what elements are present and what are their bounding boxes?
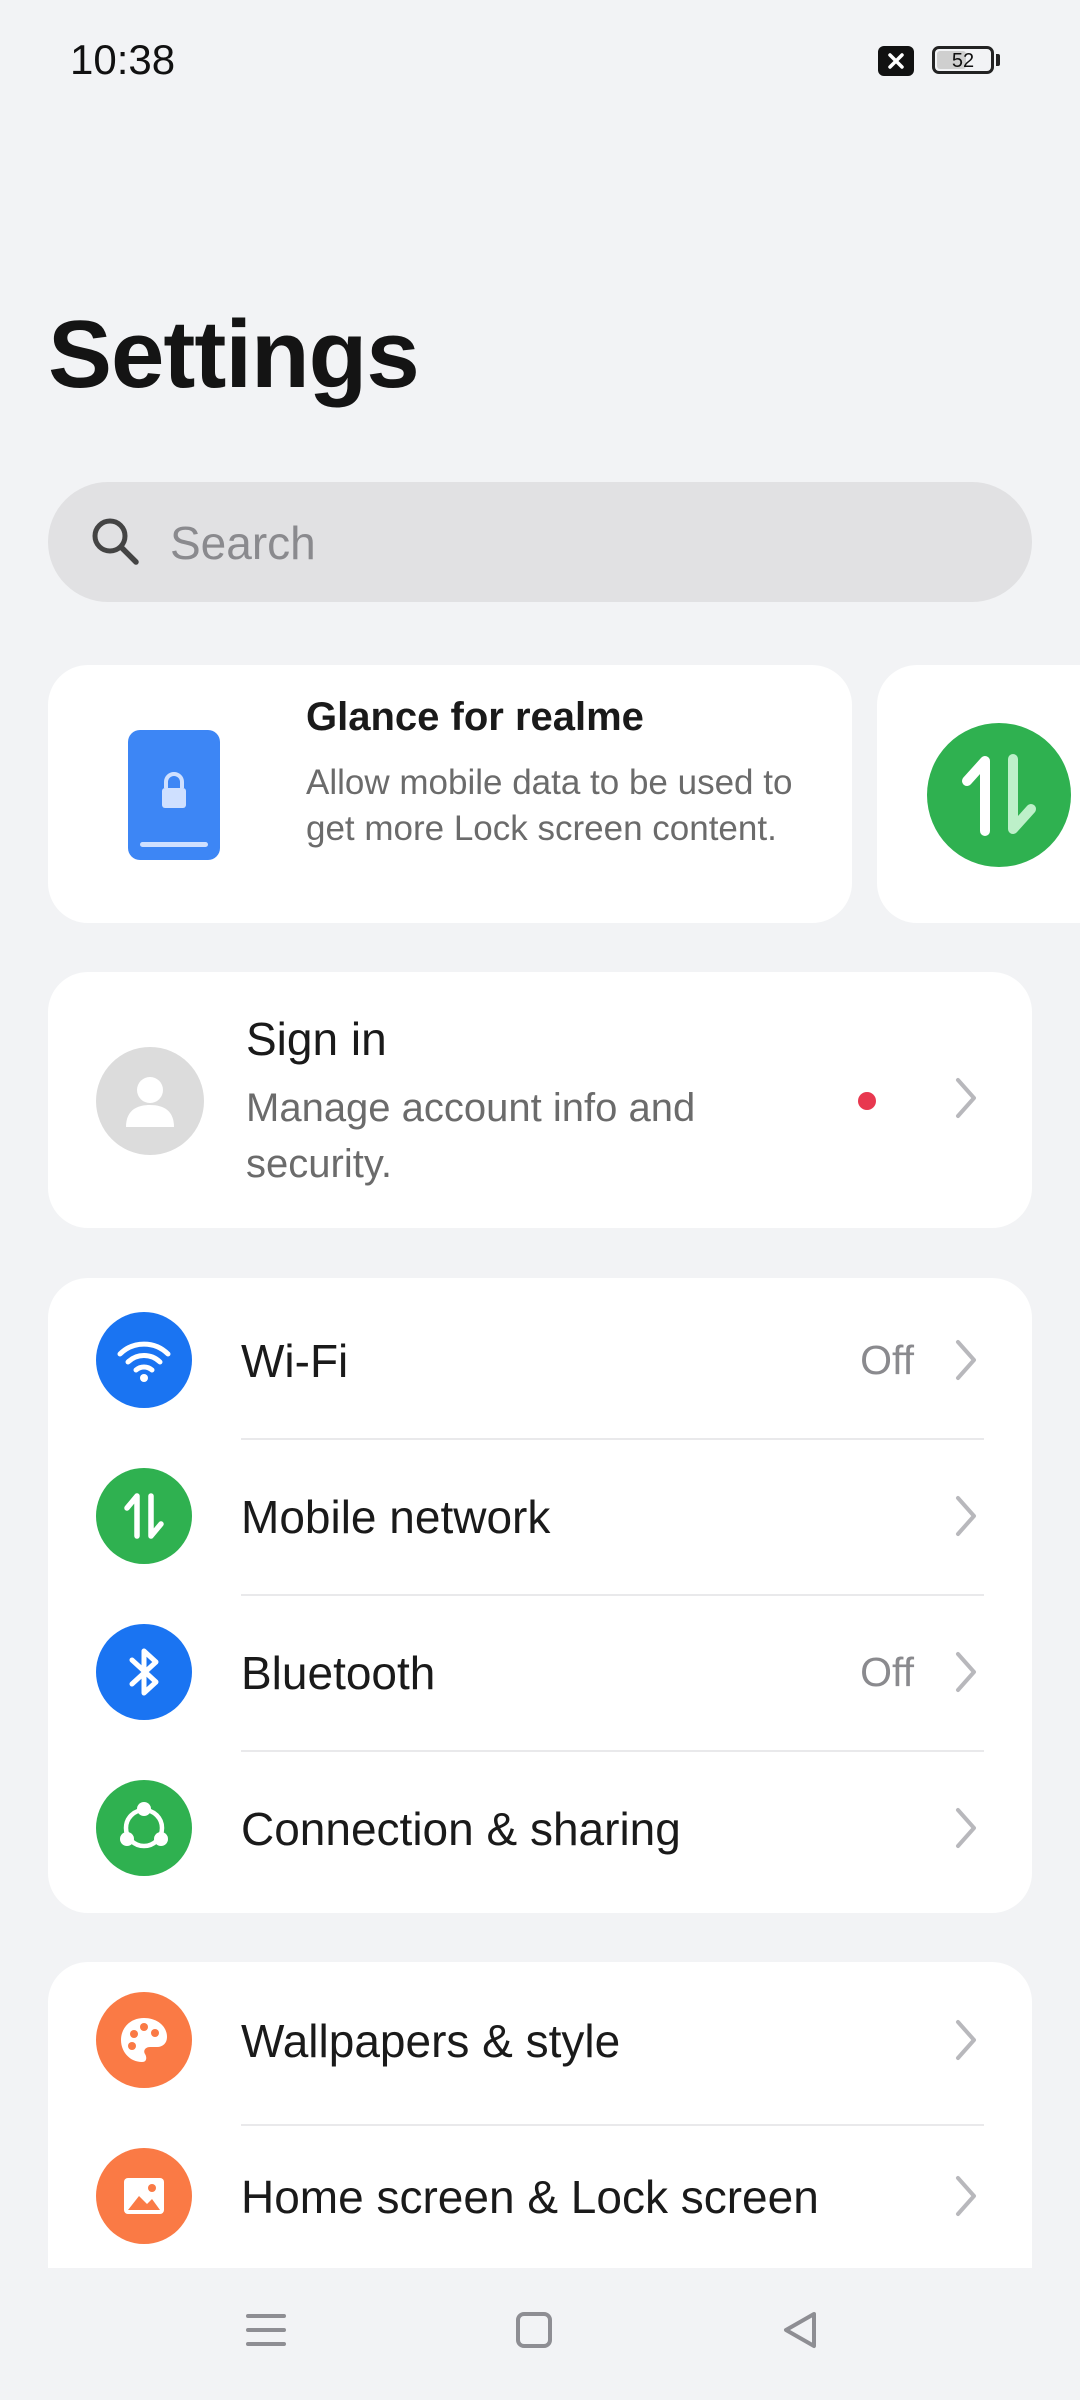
connectivity-card: Wi-Fi Off Mobile network Bluetooth Off C… bbox=[48, 1278, 1032, 1913]
glance-promo-card[interactable]: Glance for realme Allow mobile data to b… bbox=[48, 665, 852, 923]
mobile-network-label: Mobile network bbox=[241, 1491, 551, 1543]
avatar bbox=[96, 1047, 204, 1155]
mobile-network-icon bbox=[96, 1468, 192, 1564]
wallpapers-style-label: Wallpapers & style bbox=[241, 2015, 621, 2067]
home-lock-screen-row[interactable]: Home screen & Lock screen bbox=[48, 2118, 1032, 2274]
mobile-network-row[interactable]: Mobile network bbox=[48, 1438, 1032, 1594]
notification-blocked-icon bbox=[878, 46, 914, 76]
search-input[interactable] bbox=[168, 510, 972, 576]
back-triangle-icon bbox=[784, 2312, 816, 2348]
wifi-status: Off bbox=[860, 1337, 914, 1383]
mobile-data-promo-card[interactable] bbox=[877, 665, 1080, 923]
home-square-icon bbox=[516, 2312, 552, 2348]
search-icon bbox=[92, 518, 139, 565]
status-bar: 10:38 52 bbox=[0, 0, 1080, 130]
lock-screen-icon bbox=[128, 730, 220, 860]
battery-level: 52 bbox=[951, 50, 975, 72]
wifi-row[interactable]: Wi-Fi Off bbox=[48, 1282, 1032, 1438]
search-bar[interactable] bbox=[48, 482, 1032, 602]
bluetooth-label: Bluetooth bbox=[241, 1647, 436, 1699]
connection-sharing-icon bbox=[96, 1780, 192, 1876]
bluetooth-status: Off bbox=[860, 1649, 914, 1695]
chevron-right-icon bbox=[956, 1078, 976, 1118]
wifi-label: Wi-Fi bbox=[241, 1335, 349, 1387]
wifi-icon bbox=[96, 1312, 192, 1408]
navigation-bar bbox=[0, 2268, 1080, 2400]
promo-title: Glance for realme bbox=[306, 695, 644, 739]
notification-dot bbox=[858, 1092, 876, 1110]
home-button[interactable] bbox=[512, 2308, 556, 2357]
chevron-right-icon bbox=[956, 2176, 976, 2216]
back-button[interactable] bbox=[778, 2308, 822, 2357]
chevron-right-icon bbox=[956, 1808, 976, 1848]
image-icon bbox=[96, 2148, 192, 2244]
chevron-right-icon bbox=[956, 1340, 976, 1380]
home-lock-screen-label: Home screen & Lock screen bbox=[241, 2171, 819, 2223]
bluetooth-row[interactable]: Bluetooth Off bbox=[48, 1594, 1032, 1750]
chevron-right-icon bbox=[956, 2020, 976, 2060]
wallpapers-style-row[interactable]: Wallpapers & style bbox=[48, 1962, 1032, 2118]
page-title: Settings bbox=[48, 301, 420, 408]
recent-apps-button[interactable] bbox=[244, 2308, 288, 2357]
connection-sharing-label: Connection & sharing bbox=[241, 1803, 681, 1855]
mobile-data-icon bbox=[927, 723, 1071, 867]
chevron-right-icon bbox=[956, 1496, 976, 1536]
status-time: 10:38 bbox=[70, 36, 176, 83]
person-icon bbox=[126, 1077, 174, 1127]
connection-sharing-row[interactable]: Connection & sharing bbox=[48, 1750, 1032, 1906]
sign-in-title: Sign in bbox=[246, 1013, 387, 1065]
menu-icon bbox=[246, 2314, 286, 2346]
promo-description: Allow mobile data to be used to get more… bbox=[306, 763, 793, 848]
sign-in-description: Manage account info and security. bbox=[246, 1086, 696, 1186]
chevron-right-icon bbox=[956, 1652, 976, 1692]
bluetooth-icon bbox=[96, 1624, 192, 1720]
palette-icon bbox=[96, 1992, 192, 2088]
sign-in-card[interactable]: Sign in Manage account info and security… bbox=[48, 972, 1032, 1228]
battery-icon: 52 bbox=[932, 46, 994, 74]
